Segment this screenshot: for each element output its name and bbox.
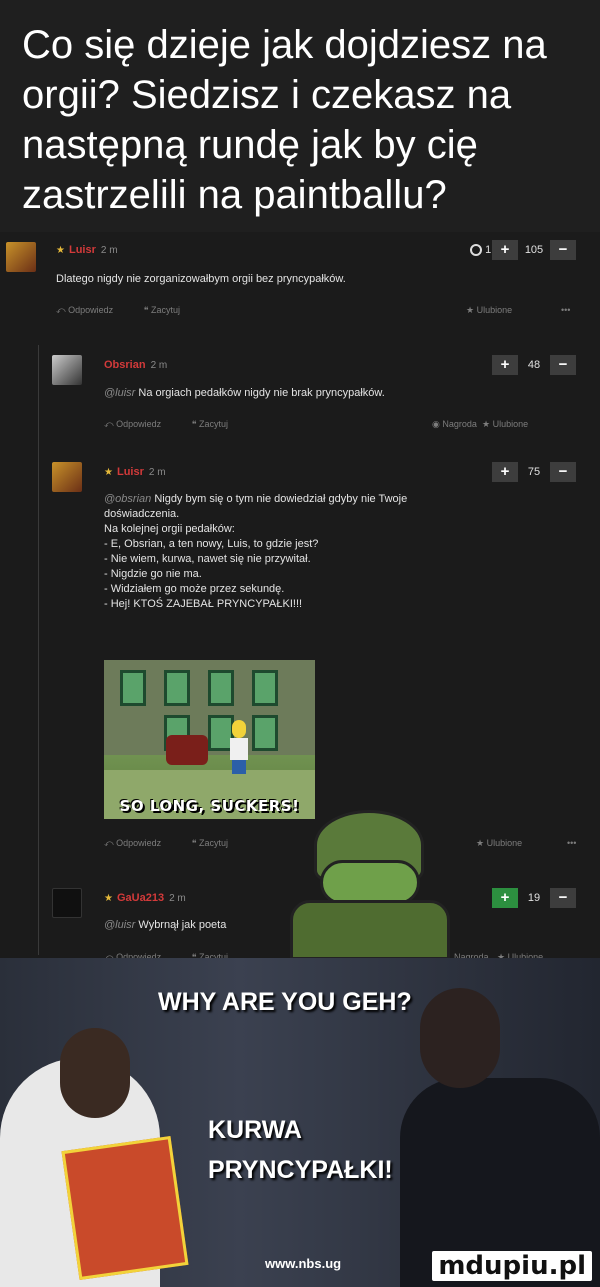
vote-box: + 75 −: [492, 462, 576, 482]
tv-url: www.nbs.ug: [265, 1256, 342, 1271]
timestamp: 2 m: [169, 893, 186, 904]
vote-box: + 105 −: [492, 240, 576, 260]
person-right-head: [420, 988, 500, 1088]
downvote-button[interactable]: −: [550, 355, 576, 375]
vote-score: 19: [527, 892, 541, 904]
star-icon: ★: [56, 245, 65, 256]
comment-2: Obsrian 2 m + 48 − @luisr Na orgiach peda…: [0, 355, 600, 435]
downvote-button[interactable]: −: [550, 462, 576, 482]
favorite-link[interactable]: ★ Ulubione: [476, 838, 536, 849]
quote-link[interactable]: ❝ Zacytuj: [144, 305, 194, 315]
timestamp: 2 m: [148, 467, 166, 478]
pepe-sticker: [290, 800, 450, 960]
star-icon: ★: [104, 467, 113, 478]
quote-link[interactable]: ❝ Zacytuj: [192, 838, 242, 848]
headline-text: Co się dzieje jak dojdziesz na orgii? Si…: [22, 23, 547, 217]
person-left-head: [60, 1028, 130, 1118]
vote-score: 75: [527, 466, 541, 478]
vote-score: 105: [524, 244, 544, 256]
reply-link[interactable]: ⤺ Odpowiedz: [104, 419, 175, 429]
avatar[interactable]: [52, 355, 82, 385]
timestamp: 2 m: [100, 245, 118, 256]
reply-link[interactable]: ⤺ Odpowiedz: [56, 305, 127, 315]
author-name[interactable]: Luisr: [117, 466, 144, 478]
more-menu[interactable]: •••: [561, 305, 570, 315]
author-name[interactable]: GaUa213: [117, 892, 164, 904]
author-name[interactable]: Obsrian: [104, 359, 146, 371]
caption-bottom: KURWA PRYNCYPAŁKI!: [208, 1116, 393, 1184]
headline-banner: Co się dzieje jak dojdziesz na orgii? Si…: [0, 0, 600, 232]
favorite-link[interactable]: ★ Ulubione: [482, 419, 542, 430]
avatar[interactable]: [52, 462, 82, 492]
star-icon: ★: [104, 893, 113, 904]
vote-score: 48: [527, 359, 541, 371]
downvote-button[interactable]: −: [550, 240, 576, 260]
avatar[interactable]: [6, 242, 36, 272]
product-box: [61, 1135, 189, 1281]
downvote-button[interactable]: −: [550, 888, 576, 908]
upvote-button[interactable]: +: [492, 462, 518, 482]
attached-image[interactable]: SO LONG, SUCKERS!: [104, 660, 315, 819]
favorite-link[interactable]: ★ Ulubione: [466, 305, 526, 316]
mention-link[interactable]: @obsrian: [104, 493, 151, 505]
author-name[interactable]: Luisr: [69, 244, 96, 256]
caption-top: WHY ARE YOU GEH?: [158, 988, 412, 1016]
comment-text: @luisr Na orgiach pedałków nigdy nie bra…: [104, 387, 385, 399]
vote-box: + 48 −: [492, 355, 576, 375]
vote-box: + 19 −: [492, 888, 576, 908]
upvote-button[interactable]: +: [492, 888, 518, 908]
comment-actions: ⤺ Odpowiedz ❝ Zacytuj ◉ Nagroda ★ Ulubio…: [104, 419, 594, 430]
comment-1: ★ Luisr 2 m 1 + 105 − Dlatego nigdy nie zo…: [0, 240, 600, 330]
bottom-meme-image: WHY ARE YOU GEH? KURWA PRYNCYPAŁKI! www.…: [0, 958, 600, 1287]
comment-actions: ⤺ Odpowiedz ❝ Zacytuj ★ Ulubione •••: [56, 305, 596, 316]
upvote-button[interactable]: +: [492, 355, 518, 375]
comment-text: Dlatego nigdy nie zorganizowałbym orgii …: [56, 273, 346, 285]
upvote-button[interactable]: +: [492, 240, 518, 260]
mention-link[interactable]: @luisr: [104, 919, 135, 931]
reply-link[interactable]: ⤺ Odpowiedz: [104, 838, 175, 848]
site-watermark[interactable]: mdupiu.pl: [432, 1251, 592, 1281]
attachment-icon: [470, 244, 482, 257]
comment-text: @obsrian Nigdy bym się o tym nie dowiedz…: [104, 493, 408, 610]
more-menu[interactable]: •••: [567, 838, 576, 848]
attachment-indicator[interactable]: 1: [470, 244, 491, 257]
avatar[interactable]: [52, 888, 82, 918]
quote-link[interactable]: ❝ Zacytuj: [192, 419, 242, 429]
mention-link[interactable]: @luisr: [104, 387, 135, 399]
timestamp: 2 m: [150, 360, 168, 371]
image-caption: SO LONG, SUCKERS!: [119, 797, 300, 815]
